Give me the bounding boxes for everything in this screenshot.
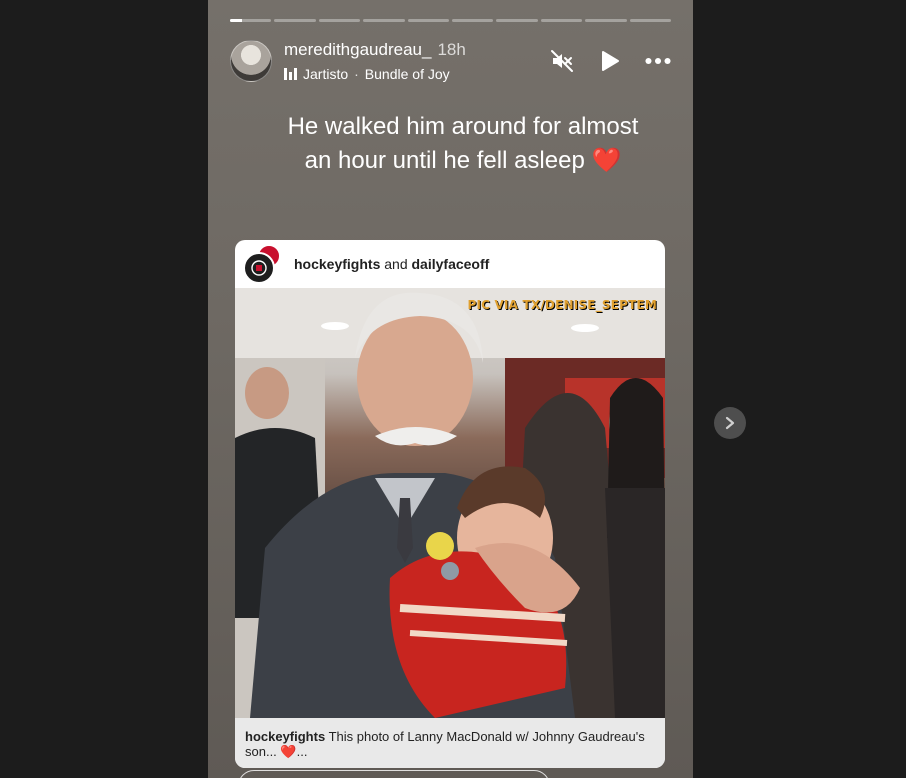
caption-author[interactable]: hockeyfights bbox=[245, 729, 325, 744]
progress-segment bbox=[274, 19, 316, 22]
photo-watermark: PIC VIA TX/DENISE_SEPTEM bbox=[467, 298, 657, 312]
music-track: Bundle of Joy bbox=[364, 66, 450, 82]
progress-segment-fill bbox=[230, 19, 243, 22]
profile-avatar[interactable] bbox=[230, 40, 272, 82]
caption-heart-emoji: ❤️ bbox=[280, 744, 297, 759]
progress-segment bbox=[585, 19, 627, 22]
more-icon[interactable] bbox=[645, 48, 671, 74]
shared-post-caption: hockeyfights This photo of Lanny MacDona… bbox=[235, 718, 665, 768]
story-progress-bar bbox=[230, 19, 672, 22]
progress-segment bbox=[540, 19, 583, 22]
post-time: 18h bbox=[437, 40, 466, 59]
shared-post-header: hockeyfights and dailyfaceoff bbox=[235, 240, 665, 288]
story-caption-line1: He walked him around for almost bbox=[287, 113, 639, 140]
music-artist: Jartisto bbox=[303, 66, 349, 82]
next-story-button[interactable] bbox=[714, 407, 746, 439]
mute-icon[interactable] bbox=[549, 48, 575, 74]
caption-ellipsis: ... bbox=[296, 744, 308, 759]
photo-illustration bbox=[235, 288, 665, 718]
music-attribution[interactable]: Jartisto · Bundle of Joy bbox=[284, 66, 450, 82]
music-bars-icon bbox=[284, 68, 297, 80]
story-caption: He walked him around for almost an hour … bbox=[248, 110, 678, 178]
chevron-right-icon bbox=[725, 416, 735, 430]
play-icon[interactable] bbox=[597, 48, 623, 74]
progress-segment bbox=[629, 19, 672, 22]
post-photo[interactable]: PIC VIA TX/DENISE_SEPTEM bbox=[235, 288, 665, 718]
post-author-connector: and bbox=[384, 256, 408, 272]
reply-input[interactable] bbox=[238, 770, 550, 778]
progress-segment bbox=[496, 19, 538, 22]
progress-segment bbox=[363, 19, 405, 22]
shared-post-card[interactable]: hockeyfights and dailyfaceoff PIC VIA TX… bbox=[235, 240, 665, 768]
progress-segment bbox=[452, 19, 494, 22]
story-caption-line2: an hour until he fell asleep bbox=[304, 147, 585, 174]
progress-segment bbox=[230, 19, 272, 22]
author-avatar[interactable] bbox=[243, 252, 275, 284]
story-header: meredithgaudreau_ 18h Jartisto · Bundle o… bbox=[230, 38, 671, 84]
progress-segment bbox=[407, 19, 450, 22]
team-logo-icon bbox=[251, 260, 267, 276]
heart-emoji: ❤️ bbox=[591, 147, 622, 174]
story-controls bbox=[549, 48, 671, 74]
progress-segment bbox=[318, 19, 361, 22]
story-viewer[interactable]: meredithgaudreau_ 18h Jartisto · Bundle o… bbox=[208, 0, 693, 778]
post-author-1[interactable]: hockeyfights bbox=[294, 256, 380, 272]
music-separator: · bbox=[354, 66, 359, 82]
post-author-2[interactable]: dailyfaceoff bbox=[412, 256, 490, 272]
username[interactable]: meredithgaudreau_ bbox=[284, 40, 431, 59]
